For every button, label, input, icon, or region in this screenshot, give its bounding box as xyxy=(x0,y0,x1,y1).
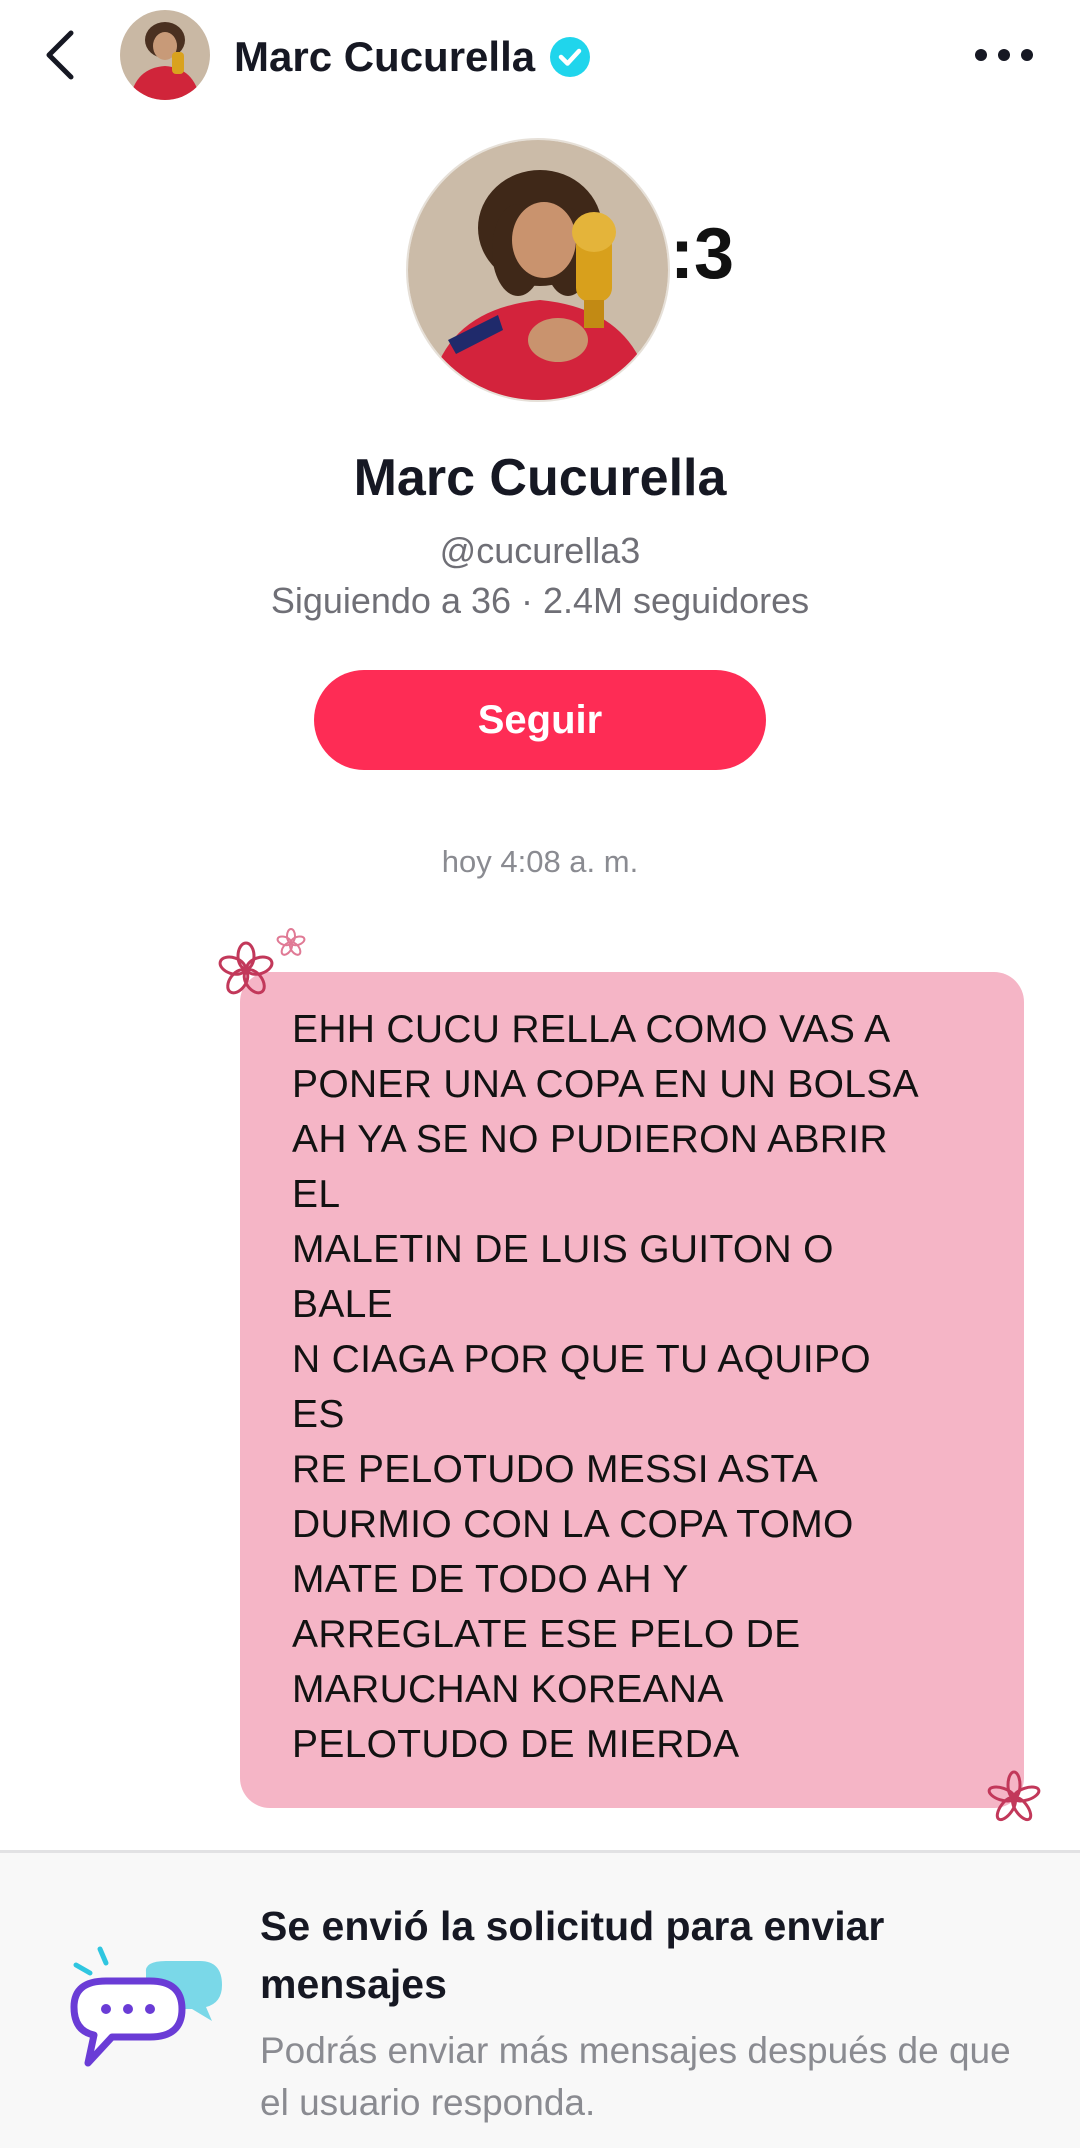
message-line: DURMIO CON LA COPA TOMO xyxy=(292,1503,854,1546)
message-line: ARREGLATE ESE PELO DE xyxy=(292,1613,801,1656)
more-options-button[interactable] xyxy=(966,30,1042,80)
message-line: PONER UNA COPA EN UN BOLSA xyxy=(292,1063,919,1106)
message-line: MATE DE TODO AH Y xyxy=(292,1558,689,1601)
message-text: EHH CUCU RELLA COMO VAS A PONER UNA COPA… xyxy=(292,1002,1002,1772)
message-bubbles-icon xyxy=(70,1946,222,2067)
flower-decoration-icon xyxy=(218,941,274,995)
header-avatar[interactable] xyxy=(120,10,210,100)
header-name: Marc Cucurella xyxy=(234,33,536,80)
message-line: BALE xyxy=(292,1283,393,1326)
message-line: AH YA SE NO PUDIERON ABRIR xyxy=(292,1118,888,1161)
more-horizontal-icon xyxy=(975,49,1033,61)
chat-header: Marc Cucurella xyxy=(0,0,1080,112)
profile-handle: @cucurella3 xyxy=(439,530,641,571)
message-line: MARUCHAN KOREANA xyxy=(292,1668,724,1711)
profile-avatar[interactable] xyxy=(406,138,670,402)
avatar-suffix-text: :3 xyxy=(670,214,735,294)
follow-button[interactable]: Seguir xyxy=(314,670,766,770)
message-line: ES xyxy=(292,1393,345,1436)
message-line: N CIAGA POR QUE TU AQUIPO xyxy=(292,1338,871,1381)
flower-decoration-icon xyxy=(987,1770,1041,1822)
back-button[interactable] xyxy=(30,20,90,90)
message-timestamp: hoy 4:08 a. m. xyxy=(441,844,639,879)
chevron-left-icon xyxy=(46,30,74,80)
profile-name: Marc Cucurella xyxy=(353,449,727,507)
verified-badge-icon xyxy=(550,37,591,77)
notice-title: Se envió la solicitud para enviar mensaj… xyxy=(260,1903,885,2007)
message-line: EHH CUCU RELLA COMO VAS A xyxy=(292,1008,891,1051)
small-flower-decoration-icon xyxy=(276,928,306,956)
header-title[interactable]: Marc Cucurella xyxy=(234,28,591,86)
message-line: MALETIN DE LUIS GUITON O xyxy=(292,1228,834,1271)
notice-subtitle: Podrás enviar más mensajes después de qu… xyxy=(260,2030,1011,2123)
profile-stats: Siguiendo a 36 · 2.4M seguidores xyxy=(270,580,810,621)
message-line: PELOTUDO DE MIERDA xyxy=(292,1723,740,1766)
message-bubble[interactable]: EHH CUCU RELLA COMO VAS A PONER UNA COPA… xyxy=(240,972,1024,1808)
message-line: RE PELOTUDO MESSI ASTA xyxy=(292,1448,818,1491)
message-line: EL xyxy=(292,1173,341,1216)
message-request-notice: Se envió la solicitud para enviar mensaj… xyxy=(0,1850,1080,2148)
